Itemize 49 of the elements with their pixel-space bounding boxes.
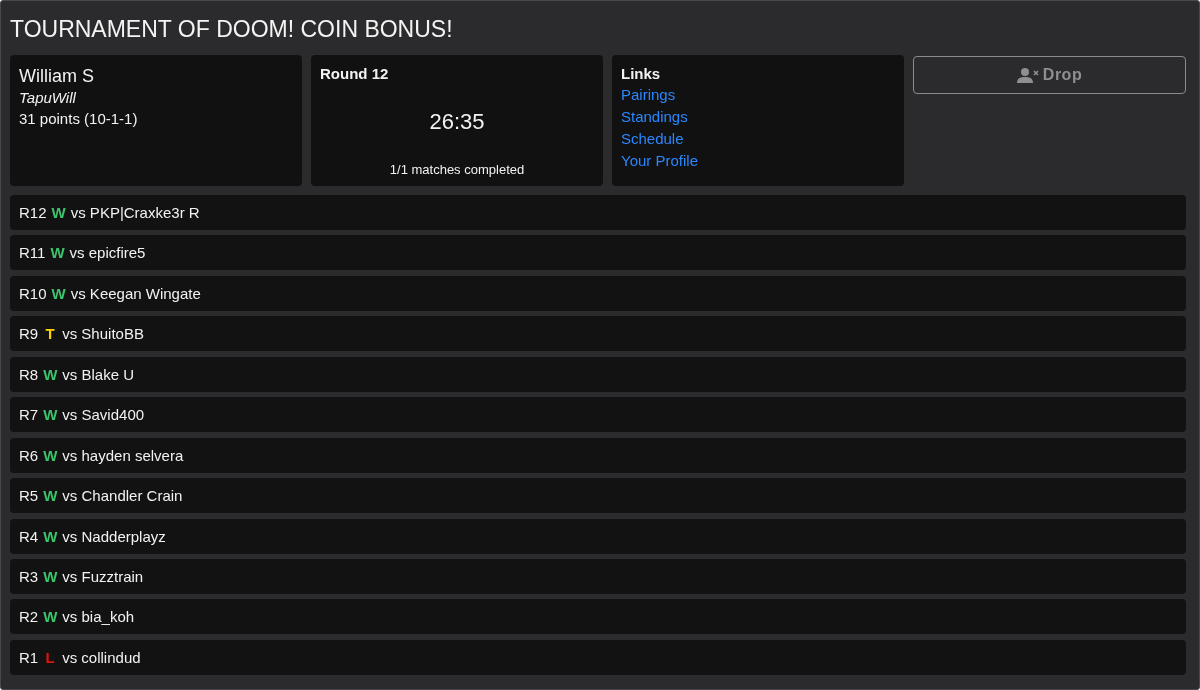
match-result: W — [50, 244, 65, 262]
opponent-name: vs PKP|Craxke3r R — [70, 204, 200, 221]
opponent-name: vs hayden selvera — [62, 446, 184, 464]
match-result: W — [51, 284, 66, 302]
round-number: R5 — [19, 487, 39, 505]
match-result: W — [43, 487, 58, 505]
round-number: R6 — [19, 446, 39, 464]
nav-link[interactable]: Standings — [621, 106, 688, 128]
match-result: W — [51, 204, 66, 221]
player-username: TapuWill — [19, 88, 76, 108]
opponent-name: vs Savid400 — [62, 406, 145, 424]
links-heading: Links — [621, 65, 661, 82]
player-name: William S — [19, 65, 94, 87]
round-number: R8 — [19, 365, 39, 383]
opponent-name: vs Fuzztrain — [62, 567, 144, 585]
nav-link[interactable]: Schedule — [621, 128, 684, 150]
round-number: R10 — [19, 284, 47, 302]
tournament-title: TOURNAMENT OF DOOM! COIN BONUS! — [10, 15, 454, 43]
match-result: W — [43, 446, 58, 464]
round-number: R11 — [19, 244, 46, 262]
nav-link[interactable]: Your Profile — [621, 150, 698, 172]
nav-link[interactable]: Pairings — [621, 84, 676, 106]
opponent-name: vs epicfire5 — [69, 244, 146, 262]
opponent-name: vs Blake U — [62, 365, 135, 383]
match-result: L — [44, 648, 56, 666]
opponent-name: vs ShuitoBB — [62, 325, 144, 343]
round-number: R12 — [19, 204, 47, 221]
opponent-name: vs Chandler Crain — [62, 487, 183, 505]
person-x-icon — [1016, 67, 1039, 83]
match-result: T — [44, 325, 56, 343]
match-result: W — [43, 406, 58, 424]
player-record: 31 points (10-1-1) — [19, 109, 138, 129]
round-label: Round 12 — [320, 65, 389, 82]
round-number: R4 — [19, 527, 39, 545]
round-number: R2 — [19, 608, 39, 626]
round-timer: 26:35 — [429, 109, 485, 135]
opponent-name: vs Nadderplayz — [62, 527, 166, 545]
match-result: W — [43, 527, 58, 545]
round-number: R7 — [19, 406, 39, 424]
opponent-name: vs Keegan Wingate — [70, 284, 201, 302]
match-result: W — [43, 365, 58, 383]
match-result: W — [43, 567, 58, 585]
round-number: R9 — [19, 325, 39, 343]
match-status: 1/1 matches completed — [389, 162, 525, 178]
opponent-name: vs collindud — [62, 648, 141, 666]
round-number: R1 — [19, 648, 39, 666]
round-number: R3 — [19, 567, 39, 585]
match-result: W — [43, 608, 58, 626]
opponent-name: vs bia_koh — [62, 608, 135, 626]
